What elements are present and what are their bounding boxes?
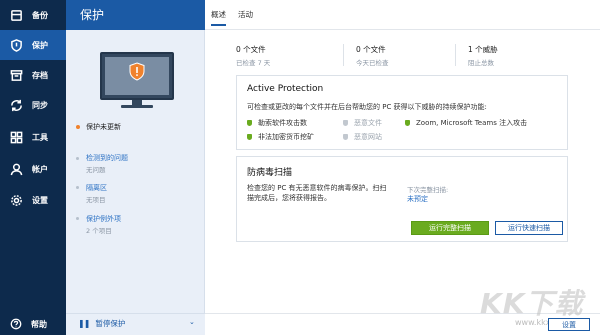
list-dot	[76, 217, 79, 220]
feature-malicious-files: 恶意文件	[343, 118, 382, 128]
nav-item-label: 存档	[32, 70, 48, 80]
watermark-logo: KK下载	[480, 287, 584, 320]
box-icon	[9, 68, 23, 82]
list-dot	[76, 186, 79, 189]
monitor-base	[121, 105, 153, 108]
nav-item-tools[interactable]: 工具	[0, 122, 66, 152]
run-quick-scan-button[interactable]: 运行快速扫描	[495, 221, 563, 235]
next-full-scan-value[interactable]: 未预定	[407, 194, 428, 204]
panel-title: 保护	[80, 8, 105, 22]
nav-item-label: 工具	[32, 132, 48, 142]
disabled-shield-icon	[343, 120, 348, 126]
card-description: 可检查或更改的每个文件并在后台帮助您的 PC 获得以下威胁的持续保护功能:	[247, 103, 487, 111]
nav-item-account[interactable]: 帐户	[0, 154, 66, 184]
divider	[455, 44, 456, 66]
grid-icon	[9, 130, 23, 144]
detected-issues-value: 无问题	[86, 166, 106, 174]
settings-button[interactable]: 设置	[548, 318, 590, 331]
nav-item-archive[interactable]: 存档	[0, 60, 66, 90]
card-description-line1: 检查您的 PC 有无恶意软件的病毒保护。扫扫	[247, 184, 387, 192]
nav-item-label: 帐户	[32, 164, 48, 174]
card-description-line2: 描完成后，您将获得报告。	[247, 194, 331, 202]
help-button[interactable]: 帮助	[0, 313, 66, 335]
run-full-scan-button[interactable]: 运行完整扫描	[411, 221, 489, 235]
pause-label: 暂停保护	[95, 319, 126, 328]
stat-threats-blocked: 1 个威胁 阻止总数	[468, 45, 498, 67]
pause-icon: ❚❚	[78, 319, 90, 328]
stat-checked-7days: 0 个文件 已检查 7 天	[236, 45, 271, 67]
card-title: Active Protection	[247, 84, 324, 94]
nav-item-label: 备份	[32, 10, 48, 20]
tab-bar: 概述 活动	[205, 0, 600, 30]
feature-cryptomining: 非法加密货币挖矿	[247, 132, 314, 142]
sync-icon	[9, 98, 23, 112]
left-nav: 备份 保护 存档 同步 工具 帐户 设置	[0, 0, 66, 335]
nav-item-sync[interactable]: 同步	[0, 90, 66, 120]
nav-item-settings[interactable]: 设置	[0, 185, 66, 215]
quarantine-link[interactable]: 隔离区	[86, 183, 107, 193]
list-dot	[76, 157, 79, 160]
nav-item-label: 同步	[32, 100, 48, 110]
nav-item-label: 设置	[32, 195, 48, 205]
pause-protection-button[interactable]: ❚❚ 暂停保护	[78, 318, 125, 329]
quarantine-value: 无项目	[86, 196, 106, 204]
feature-ransomware: 勒索软件攻击数	[247, 118, 307, 128]
protection-status: 保护未更新	[86, 123, 121, 131]
gear-icon	[9, 193, 23, 207]
nav-item-label: 保护	[32, 40, 48, 50]
detected-issues-link[interactable]: 检测到的问题	[86, 153, 128, 163]
active-protection-card: Active Protection 可检查或更改的每个文件并在后台帮助您的 PC…	[236, 75, 568, 150]
feature-malicious-sites: 恶意网站	[343, 132, 382, 142]
status-warning-dot	[76, 125, 80, 129]
chevron-down-icon[interactable]: ⌄	[189, 318, 195, 326]
card-title: 防病毒扫描	[247, 168, 293, 178]
help-label: 帮助	[31, 319, 47, 329]
stat-checked-today: 0 个文件 今天已检查	[356, 45, 389, 67]
user-icon	[9, 162, 23, 176]
disabled-shield-icon	[343, 134, 348, 140]
enabled-shield-icon	[247, 120, 252, 126]
exclusions-link[interactable]: 保护例外项	[86, 214, 121, 224]
shield-icon	[9, 38, 23, 52]
antivirus-scan-card: 防病毒扫描 检查您的 PC 有无恶意软件的病毒保护。扫扫 描完成后，您将获得报告…	[236, 156, 568, 242]
warning-shield-icon	[129, 62, 145, 81]
divider	[343, 44, 344, 66]
feature-injection-attacks: Zoom, Microsoft Teams 注入攻击	[405, 118, 527, 128]
exclusions-value: 2 个项目	[86, 227, 112, 235]
help-icon	[10, 318, 22, 330]
enabled-shield-icon	[247, 134, 252, 140]
next-full-scan-label: 下次完整扫描:	[407, 186, 449, 194]
tab-overview[interactable]: 概述	[211, 9, 226, 26]
enabled-shield-icon	[405, 120, 410, 126]
tab-activity[interactable]: 活动	[238, 9, 253, 20]
nav-item-backup[interactable]: 备份	[0, 0, 66, 30]
archive-icon	[9, 8, 23, 22]
app-window: 备份 保护 存档 同步 工具 帐户 设置 帮助 保护 保护未更新 检测到的问题 …	[0, 0, 600, 335]
nav-item-protection[interactable]: 保护	[0, 30, 66, 60]
